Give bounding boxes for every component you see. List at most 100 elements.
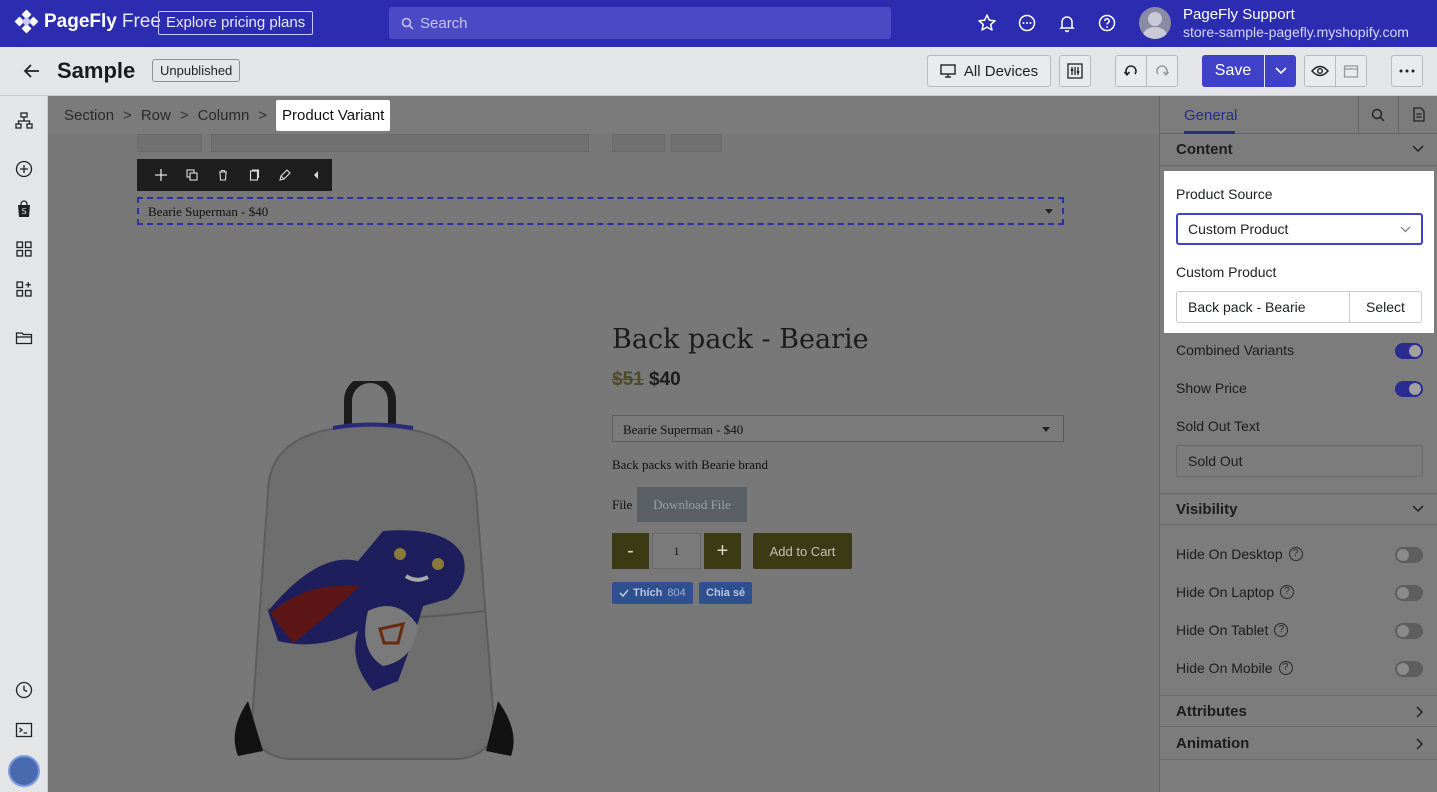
hide-desktop-label: Hide On Desktop	[1176, 546, 1283, 562]
dropdown-caret-icon	[1042, 427, 1050, 432]
document-icon[interactable]	[1413, 107, 1425, 122]
search-placeholder: Search	[420, 14, 468, 32]
save-options-button[interactable]	[1265, 55, 1296, 87]
hide-tablet-label: Hide On Tablet	[1176, 622, 1269, 638]
download-file-button[interactable]: Download File	[637, 487, 747, 522]
style-brush-icon[interactable]	[270, 169, 301, 181]
question-icon[interactable]: ?	[1288, 547, 1303, 561]
tab-general[interactable]: General	[1184, 107, 1237, 124]
move-icon[interactable]	[145, 169, 176, 181]
hide-laptop-toggle[interactable]	[1395, 585, 1423, 601]
breadcrumb-column[interactable]: Column	[198, 107, 250, 124]
settings-sliders-button[interactable]	[1059, 55, 1091, 87]
mascot-avatar[interactable]	[8, 755, 40, 787]
trash-icon[interactable]	[207, 169, 238, 181]
save-button[interactable]: Save	[1202, 55, 1264, 87]
devices-button[interactable]: All Devices	[927, 55, 1051, 87]
quantity-decrease-button[interactable]: -	[612, 533, 649, 569]
product-source-label: Product Source	[1176, 186, 1273, 202]
quantity-increase-button[interactable]: +	[704, 533, 741, 569]
question-icon[interactable]: ?	[1274, 623, 1289, 637]
hide-mobile-row: Hide On Mobile ?	[1176, 660, 1293, 676]
combined-variants-toggle[interactable]	[1395, 343, 1423, 359]
hide-laptop-row: Hide On Laptop ?	[1176, 584, 1295, 600]
pagefly-logo-icon	[14, 9, 39, 34]
select-product-button[interactable]: Select	[1349, 291, 1422, 323]
breadcrumb-separator: >	[258, 106, 268, 124]
search-icon[interactable]	[1371, 108, 1385, 122]
quantity-input[interactable]: 1	[652, 533, 701, 569]
shopify-bag-icon[interactable]: S	[15, 200, 33, 218]
content-section-header[interactable]: Content	[1160, 134, 1437, 166]
layers-tree-icon[interactable]	[15, 112, 33, 130]
help-icon[interactable]	[1097, 13, 1117, 33]
redo-button[interactable]	[1146, 55, 1178, 87]
question-icon[interactable]: ?	[1280, 585, 1295, 599]
hide-tablet-toggle[interactable]	[1395, 623, 1423, 639]
breadcrumb-product-variant[interactable]: Product Variant	[276, 99, 391, 131]
brand-name: PageFly	[44, 11, 117, 32]
pagefly-logo[interactable]: PageFly Free	[14, 9, 161, 34]
bell-icon[interactable]	[1057, 13, 1077, 33]
tab-divider	[1358, 96, 1359, 134]
product-image-backpack[interactable]	[208, 381, 538, 761]
tab-divider	[1398, 96, 1399, 134]
editor-toolbar: Sample Unpublished All Devices Save	[0, 47, 1437, 96]
properties-panel: General Content Product Source Custom Pr…	[1159, 96, 1437, 792]
undo-icon	[1123, 65, 1137, 77]
chat-icon[interactable]	[1017, 13, 1037, 33]
apps-add-icon[interactable]	[15, 280, 33, 298]
breadcrumb-row[interactable]: Row	[141, 107, 171, 124]
folder-icon[interactable]	[15, 329, 33, 347]
custom-product-label: Custom Product	[1176, 264, 1277, 280]
star-icon[interactable]	[977, 13, 997, 33]
search-input[interactable]: Search	[389, 7, 891, 39]
product-title[interactable]: Back pack - Bearie	[612, 324, 869, 355]
user-store[interactable]: store-sample-pagefly.myshopify.com	[1183, 24, 1409, 40]
sold-out-text-input[interactable]: Sold Out	[1176, 445, 1423, 477]
grid-icon[interactable]	[15, 240, 33, 258]
facebook-like-button[interactable]: Thích 804	[612, 582, 693, 604]
collapse-toolbar-icon[interactable]	[301, 170, 332, 180]
hide-mobile-toggle[interactable]	[1395, 661, 1423, 677]
history-clock-icon[interactable]	[15, 681, 33, 699]
product-description: Back packs with Bearie brand	[612, 457, 768, 472]
back-arrow-icon[interactable]	[22, 61, 42, 81]
user-avatar[interactable]	[1139, 7, 1171, 39]
code-terminal-icon[interactable]	[15, 721, 33, 739]
add-element-icon[interactable]	[15, 160, 33, 178]
variant-select[interactable]: Bearie Superman - $40	[612, 415, 1064, 442]
custom-product-field[interactable]: Back pack - Bearie	[1176, 291, 1349, 323]
add-to-cart-button[interactable]: Add to Cart	[753, 533, 852, 569]
visibility-section-header[interactable]: Visibility	[1160, 493, 1437, 525]
preview-button[interactable]	[1304, 55, 1336, 87]
breadcrumb-section[interactable]: Section	[64, 107, 114, 124]
question-icon[interactable]: ?	[1278, 661, 1293, 675]
dropdown-caret-icon	[1045, 209, 1053, 214]
publish-button[interactable]	[1335, 55, 1367, 87]
show-price-label: Show Price	[1176, 380, 1247, 396]
editor-canvas[interactable]: Section > Row > Column > Product Variant…	[48, 96, 1159, 792]
animation-section-header[interactable]: Animation	[1160, 728, 1437, 760]
plan-name: Free	[121, 11, 161, 32]
page-title: Sample	[57, 58, 136, 83]
sold-out-text-label: Sold Out Text	[1176, 418, 1260, 434]
user-name[interactable]: PageFly Support	[1183, 6, 1295, 23]
hide-tablet-row: Hide On Tablet ?	[1176, 622, 1289, 638]
duplicate-icon[interactable]	[176, 169, 207, 181]
copy-icon[interactable]	[239, 169, 270, 181]
breadcrumb-separator: >	[179, 106, 189, 124]
explore-pricing-button[interactable]: Explore pricing plans	[158, 11, 314, 35]
attributes-section-header[interactable]: Attributes	[1160, 695, 1437, 727]
facebook-share-button[interactable]: Chia sẻ	[699, 582, 753, 604]
undo-button[interactable]	[1115, 55, 1147, 87]
selected-variant-element[interactable]: Bearie Superman - $40	[137, 197, 1064, 225]
attributes-section-title: Attributes	[1176, 702, 1247, 720]
show-price-toggle[interactable]	[1395, 381, 1423, 397]
hide-desktop-toggle[interactable]	[1395, 547, 1423, 563]
product-source-select[interactable]: Custom Product	[1176, 213, 1423, 245]
element-toolbar	[137, 159, 332, 191]
combined-variants-label: Combined Variants	[1176, 342, 1295, 358]
more-options-button[interactable]	[1391, 55, 1423, 87]
checkmark-icon	[619, 589, 629, 597]
